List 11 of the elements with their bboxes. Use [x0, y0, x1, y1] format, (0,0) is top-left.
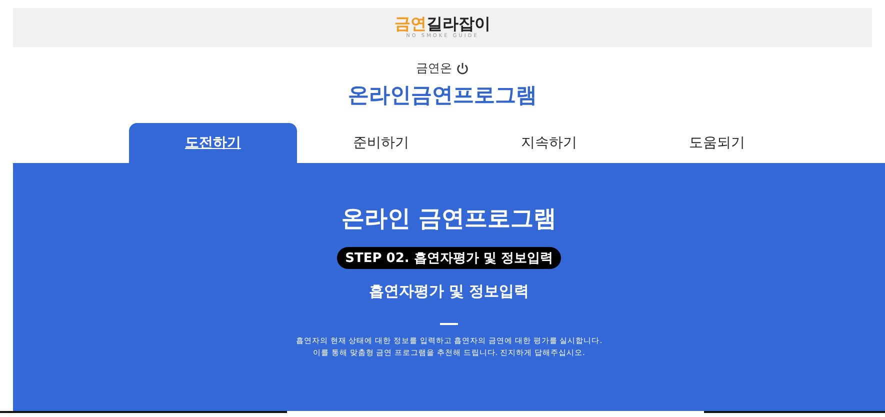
program-title: 온라인금연프로그램	[348, 82, 537, 109]
hero-subtitle: 흡연자평가 및 정보입력	[368, 282, 530, 301]
step-badge: STEP 02. 흡연자평가 및 정보입력	[337, 247, 561, 269]
tab[interactable]: 준비하기	[297, 123, 465, 163]
tab[interactable]: 도전하기	[129, 123, 297, 163]
hero-title: 온라인 금연프로그램	[341, 205, 556, 234]
site-label: 금연온	[416, 60, 452, 77]
power-icon[interactable]	[456, 62, 469, 75]
tab[interactable]: 지속하기	[465, 123, 633, 163]
logo-text[interactable]: 길라잡이	[426, 14, 490, 33]
tab[interactable]: 도움되기	[633, 123, 801, 163]
